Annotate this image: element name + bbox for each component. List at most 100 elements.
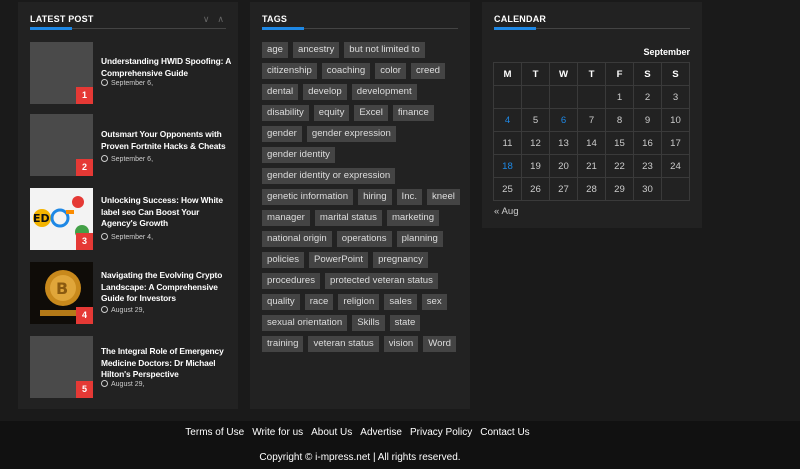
tag-link[interactable]: color bbox=[375, 63, 406, 79]
tag-link[interactable]: sexual orientation bbox=[262, 315, 348, 331]
clock-icon bbox=[101, 380, 108, 387]
tag-link[interactable]: gender expression bbox=[306, 126, 396, 142]
post-thumbnail[interactable]: B4 bbox=[30, 262, 93, 324]
tag-link[interactable]: marketing bbox=[386, 210, 440, 226]
tag-link[interactable]: gender identity or expression bbox=[262, 168, 396, 184]
post-rank-badge: 5 bbox=[76, 381, 93, 398]
footer-link[interactable]: Contact Us bbox=[480, 427, 529, 438]
post-date: September 6, bbox=[101, 155, 153, 163]
svg-text:ED: ED bbox=[33, 212, 50, 225]
tag-link[interactable]: sales bbox=[384, 294, 417, 310]
post-rank-badge: 1 bbox=[76, 87, 93, 104]
footer-link[interactable]: Privacy Policy bbox=[410, 427, 472, 438]
tag-link[interactable]: planning bbox=[396, 231, 443, 247]
tag-link[interactable]: citizenship bbox=[262, 63, 317, 79]
tag-link[interactable]: race bbox=[304, 294, 334, 310]
tag-link[interactable]: age bbox=[262, 42, 289, 58]
tag-link[interactable]: Inc. bbox=[396, 189, 422, 205]
chevron-down-icon[interactable]: ∨ bbox=[203, 14, 210, 24]
post-thumbnail[interactable]: 2 bbox=[30, 114, 93, 176]
footer-link[interactable]: Advertise bbox=[360, 427, 402, 438]
tag-link[interactable]: state bbox=[389, 315, 421, 331]
tag-link[interactable]: marital status bbox=[314, 210, 382, 226]
footer-link[interactable]: Terms of Use bbox=[185, 427, 244, 438]
tag-link[interactable]: ancestry bbox=[293, 42, 340, 58]
calendar-week: 25 26 27 28 29 30 bbox=[493, 177, 690, 201]
calendar-day: 20 bbox=[549, 154, 578, 178]
calendar-week: 4 5 6 7 8 9 10 bbox=[493, 108, 690, 132]
tag-cloud: age ancestry but not limited to citizenship… bbox=[262, 42, 462, 352]
calendar-prev-month-link[interactable]: « Aug bbox=[494, 206, 519, 217]
tag-link[interactable]: genetic information bbox=[262, 189, 354, 205]
clock-icon bbox=[101, 79, 108, 86]
heading-accent bbox=[494, 27, 536, 30]
footer-link[interactable]: Write for us bbox=[252, 427, 303, 438]
calendar-day bbox=[577, 85, 606, 109]
post-item[interactable]: ED 3 Unlocking Success: How White label se… bbox=[30, 188, 230, 250]
calendar-day: 5 bbox=[521, 108, 550, 132]
tag-link[interactable]: vision bbox=[383, 336, 419, 352]
weekday-header: T bbox=[577, 62, 606, 86]
post-thumbnail[interactable]: ED 3 bbox=[30, 188, 93, 250]
tag-link[interactable]: policies bbox=[262, 252, 304, 268]
tag-link[interactable]: PowerPoint bbox=[309, 252, 369, 268]
calendar-day: 30 bbox=[633, 177, 662, 201]
tag-link[interactable]: protected veteran status bbox=[325, 273, 438, 289]
latest-post-widget: LATEST POST ∨ ∧ 1 Understanding HWID Spoof… bbox=[18, 2, 238, 409]
tag-link[interactable]: manager bbox=[262, 210, 310, 226]
post-title-link[interactable]: The Integral Role of Emergency Medicine … bbox=[101, 346, 231, 381]
calendar-heading: CALENDAR bbox=[494, 14, 547, 24]
latest-post-heading: LATEST POST bbox=[30, 14, 94, 24]
post-title-link[interactable]: Outsmart Your Opponents with Proven Fort… bbox=[101, 129, 231, 152]
chevron-up-icon[interactable]: ∧ bbox=[217, 14, 224, 24]
tag-link[interactable]: kneel bbox=[427, 189, 460, 205]
clock-icon bbox=[101, 233, 108, 240]
tag-link[interactable]: gender bbox=[262, 126, 302, 142]
post-thumbnail[interactable]: 5 bbox=[30, 336, 93, 398]
clock-icon bbox=[101, 155, 108, 162]
weekday-header: W bbox=[549, 62, 578, 86]
post-title-link[interactable]: Understanding HWID Spoofing: A Comprehen… bbox=[101, 56, 231, 79]
tag-link[interactable]: dental bbox=[262, 84, 299, 100]
post-rank-badge: 3 bbox=[76, 233, 93, 250]
tag-link[interactable]: gender identity bbox=[262, 147, 335, 163]
tag-link[interactable]: hiring bbox=[358, 189, 392, 205]
tag-link[interactable]: religion bbox=[338, 294, 380, 310]
calendar-day: 16 bbox=[633, 131, 662, 155]
tag-link[interactable]: Word bbox=[423, 336, 457, 352]
copyright: Copyright © i-mpress.net | All rights re… bbox=[259, 452, 461, 463]
tag-link[interactable]: coaching bbox=[321, 63, 371, 79]
tag-link[interactable]: sex bbox=[421, 294, 447, 310]
calendar-day: 28 bbox=[577, 177, 606, 201]
calendar-day-link[interactable]: 4 bbox=[493, 108, 522, 132]
calendar-day-link[interactable]: 18 bbox=[493, 154, 522, 178]
tag-link[interactable]: develop bbox=[303, 84, 347, 100]
calendar-week: 18 19 20 21 22 23 24 bbox=[493, 154, 690, 178]
post-item[interactable]: B 4 Navigating the Evolving Crypto Landsca… bbox=[30, 262, 230, 324]
tag-link[interactable]: but not limited to bbox=[344, 42, 425, 58]
post-thumbnail[interactable]: 1 bbox=[30, 42, 93, 104]
tag-link[interactable]: pregnancy bbox=[373, 252, 428, 268]
tag-link[interactable]: quality bbox=[262, 294, 300, 310]
post-item[interactable]: 1 Understanding HWID Spoofing: A Comprehe… bbox=[30, 42, 231, 104]
tag-link[interactable]: national origin bbox=[262, 231, 332, 247]
tag-link[interactable]: procedures bbox=[262, 273, 320, 289]
calendar-week: 11 12 13 14 15 16 17 bbox=[493, 131, 690, 155]
tag-link[interactable]: development bbox=[351, 84, 417, 100]
tag-link[interactable]: operations bbox=[336, 231, 392, 247]
calendar-day-link[interactable]: 6 bbox=[549, 108, 578, 132]
calendar-day bbox=[661, 177, 690, 201]
post-title-link[interactable]: Navigating the Evolving Crypto Landscape… bbox=[101, 270, 231, 305]
tag-link[interactable]: veteran status bbox=[308, 336, 379, 352]
tag-link[interactable]: training bbox=[262, 336, 304, 352]
post-title-link[interactable]: Unlocking Success: How White label seo C… bbox=[101, 195, 231, 230]
tag-link[interactable]: disability bbox=[262, 105, 309, 121]
tag-link[interactable]: Skills bbox=[352, 315, 385, 331]
footer-link[interactable]: About Us bbox=[311, 427, 352, 438]
tag-link[interactable]: finance bbox=[392, 105, 434, 121]
post-item[interactable]: 2 Outsmart Your Opponents with Proven For… bbox=[30, 114, 230, 176]
tag-link[interactable]: equity bbox=[313, 105, 350, 121]
post-item[interactable]: 5 The Integral Role of Emergency Medicine… bbox=[30, 336, 230, 398]
tag-link[interactable]: creed bbox=[411, 63, 445, 79]
tag-link[interactable]: Excel bbox=[354, 105, 388, 121]
